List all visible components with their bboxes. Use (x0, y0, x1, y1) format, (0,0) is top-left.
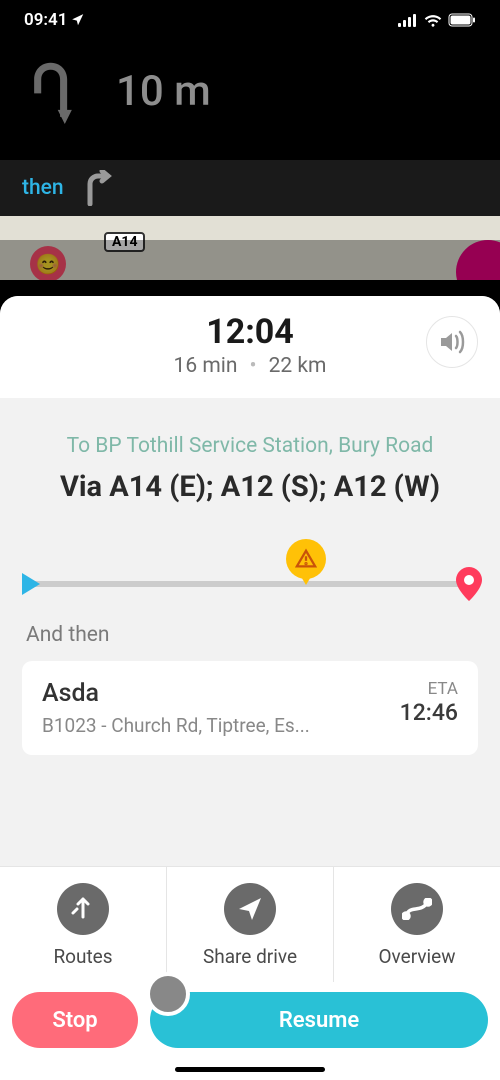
overview-button[interactable]: Overview (334, 867, 500, 982)
destination-text: To BP Tothill Service Station, Bury Road (22, 434, 478, 458)
hazard-tail (300, 575, 312, 585)
pin-icon (456, 567, 482, 601)
arrival-time: 12:04 (22, 312, 478, 352)
trip-summary: 12:04 16 min • 22 km (0, 296, 500, 398)
route-info: To BP Tothill Service Station, Bury Road… (0, 398, 500, 529)
status-bar: 09:41 (0, 0, 500, 34)
next-stop-name: Asda (42, 679, 386, 708)
slider-knob[interactable] (146, 972, 190, 1016)
routes-label: Routes (53, 945, 112, 968)
nav-distance: 10 m (116, 67, 211, 116)
overview-label: Overview (378, 945, 455, 968)
routes-button[interactable]: Routes (0, 867, 167, 982)
end-marker (456, 567, 482, 593)
share-drive-button[interactable]: Share drive (167, 867, 334, 982)
overview-icon (402, 898, 432, 920)
turn-right-icon (82, 170, 114, 206)
send-icon (237, 896, 263, 922)
bottom-sheet: 12:04 16 min • 22 km To BP Tothill Servi… (0, 296, 500, 1080)
stop-button[interactable]: Stop (12, 992, 138, 1048)
separator-dot: • (249, 354, 256, 378)
sound-button[interactable] (426, 316, 478, 368)
nav-instruction: 10 m (0, 34, 500, 160)
share-label: Share drive (203, 945, 297, 968)
status-time: 09:41 (24, 10, 67, 30)
home-indicator[interactable] (175, 1067, 325, 1072)
actions-row: Routes Share drive Overview (0, 866, 500, 982)
progress-line (22, 581, 478, 587)
and-then-heading: And then (0, 597, 500, 661)
wifi-icon (424, 13, 442, 27)
map-overlay (0, 240, 500, 304)
next-stop-address: B1023 - Church Rd, Tiptree, Es... (42, 714, 386, 737)
eta-label: ETA (400, 679, 458, 699)
trip-distance: 22 km (269, 354, 327, 378)
bottom-controls: Stop Resume (0, 982, 500, 1054)
cellular-icon (398, 13, 418, 27)
route-progress (0, 529, 500, 597)
then-label: then (22, 176, 64, 200)
resume-button[interactable]: Resume (150, 992, 488, 1048)
location-arrow-icon (71, 13, 85, 27)
battery-icon (448, 13, 476, 27)
start-marker-icon (22, 573, 40, 595)
hazard-marker[interactable] (286, 539, 326, 579)
routes-icon (69, 895, 97, 923)
via-route: Via A14 (E); A12 (S); A12 (W) (22, 468, 478, 507)
warning-icon (295, 548, 317, 570)
then-bar[interactable]: then (0, 160, 500, 216)
speaker-icon (437, 329, 467, 355)
eta-time: 12:46 (400, 699, 458, 726)
uturn-icon (24, 58, 82, 124)
trip-stats: 16 min • 22 km (22, 354, 478, 378)
next-stop-card[interactable]: Asda B1023 - Church Rd, Tiptree, Es... E… (22, 661, 478, 755)
trip-duration: 16 min (174, 354, 238, 378)
